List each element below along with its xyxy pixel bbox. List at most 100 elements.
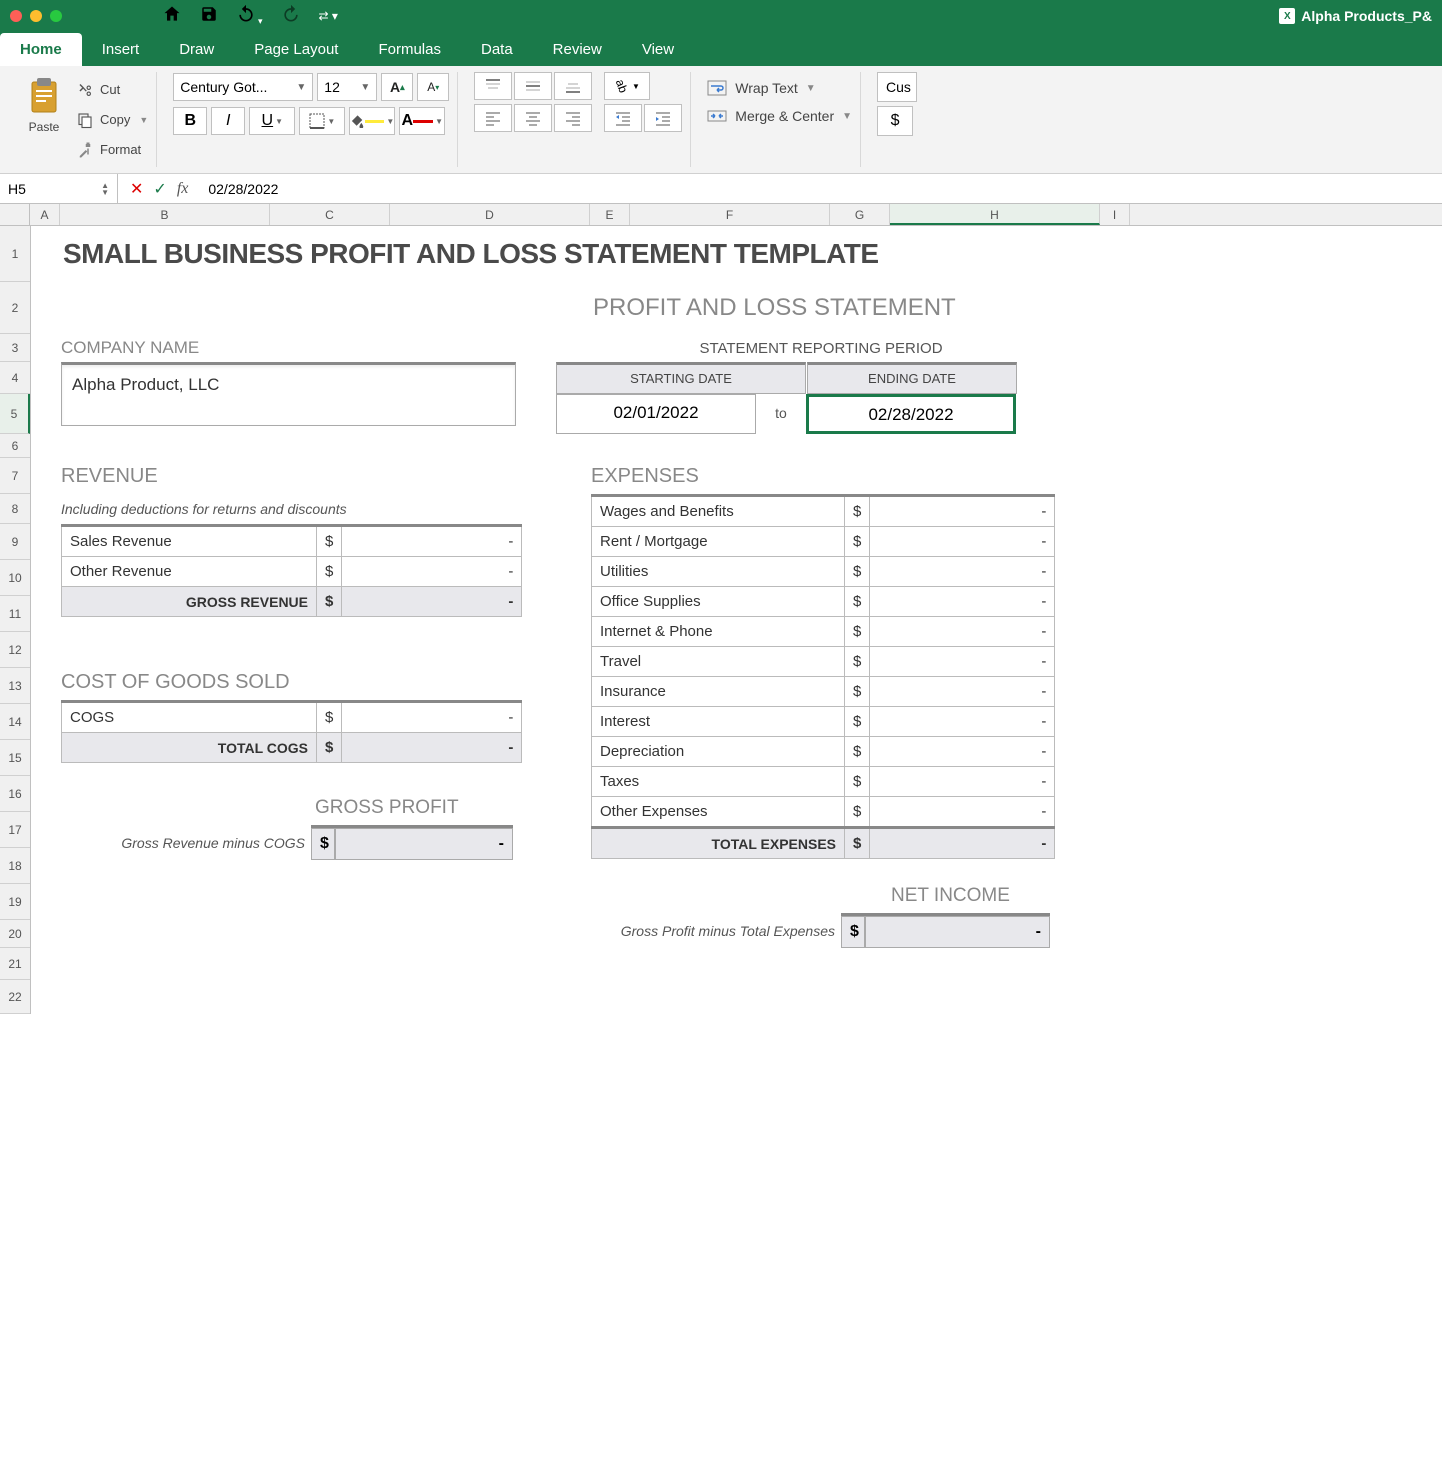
merge-center-button[interactable]: Merge & Center▼ [707, 106, 852, 126]
customize-qat-icon[interactable]: ⇄ ▾ [319, 9, 338, 23]
tab-data[interactable]: Data [461, 33, 533, 66]
wrap-text-button[interactable]: Wrap Text▼ [707, 78, 852, 98]
end-date-cell[interactable]: 02/28/2022 [806, 394, 1016, 434]
row-header[interactable]: 17 [0, 812, 30, 848]
ni-value: - [865, 916, 1050, 948]
worksheet[interactable]: SMALL BUSINESS PROFIT AND LOSS STATEMENT… [31, 226, 1442, 1014]
align-center-button[interactable] [514, 104, 552, 132]
row-header[interactable]: 8 [0, 494, 30, 524]
table-row[interactable]: Depreciation$- [592, 737, 1055, 767]
align-bottom-button[interactable] [554, 72, 592, 100]
decrease-indent-button[interactable] [604, 104, 642, 132]
font-name-select[interactable]: Century Got...▼ [173, 73, 313, 101]
minimize-window-icon[interactable] [30, 10, 42, 22]
close-window-icon[interactable] [10, 10, 22, 22]
select-all-corner[interactable] [0, 204, 30, 225]
maximize-window-icon[interactable] [50, 10, 62, 22]
company-name-input[interactable]: Alpha Product, LLC [61, 362, 516, 426]
save-icon[interactable] [200, 5, 218, 28]
col-header[interactable]: B [60, 204, 270, 225]
col-header[interactable]: C [270, 204, 390, 225]
tab-formulas[interactable]: Formulas [358, 33, 461, 66]
col-header[interactable]: I [1100, 204, 1130, 225]
table-row[interactable]: Sales Revenue$- [62, 526, 522, 557]
row-header[interactable]: 18 [0, 848, 30, 884]
row-header[interactable]: 4 [0, 362, 30, 394]
format-painter-button[interactable]: Format [76, 137, 148, 163]
decrease-font-size-button[interactable]: A▾ [417, 73, 449, 101]
col-header[interactable]: D [390, 204, 590, 225]
table-row[interactable]: Insurance$- [592, 677, 1055, 707]
orientation-button[interactable]: ab▼ [604, 72, 650, 100]
paste-button[interactable]: Paste [18, 72, 70, 167]
row-header[interactable]: 20 [0, 920, 30, 948]
start-date-cell[interactable]: 02/01/2022 [556, 394, 756, 434]
row-header[interactable]: 3 [0, 334, 30, 362]
number-format-select[interactable]: Cus [877, 72, 917, 102]
tab-view[interactable]: View [622, 33, 694, 66]
fill-color-button[interactable]: ▼ [349, 107, 395, 135]
col-header[interactable]: G [830, 204, 890, 225]
italic-button[interactable]: I [211, 107, 245, 135]
table-row[interactable]: Wages and Benefits$- [592, 496, 1055, 527]
align-top-button[interactable] [474, 72, 512, 100]
tab-insert[interactable]: Insert [82, 33, 160, 66]
col-header[interactable]: E [590, 204, 630, 225]
tab-draw[interactable]: Draw [159, 33, 234, 66]
row-header[interactable]: 22 [0, 980, 30, 1014]
table-row[interactable]: Interest$- [592, 707, 1055, 737]
row-header[interactable]: 10 [0, 560, 30, 596]
table-row[interactable]: COGS$- [62, 702, 522, 733]
tab-home[interactable]: Home [0, 33, 82, 66]
fx-icon[interactable]: fx [177, 180, 189, 198]
col-header[interactable]: A [30, 204, 60, 225]
underline-button[interactable]: U▼ [249, 107, 295, 135]
tab-page-layout[interactable]: Page Layout [234, 33, 358, 66]
col-header[interactable]: F [630, 204, 830, 225]
table-row[interactable]: Internet & Phone$- [592, 617, 1055, 647]
undo-icon[interactable]: ▾ [236, 4, 263, 29]
row-header[interactable]: 15 [0, 740, 30, 776]
font-size-select[interactable]: 12▼ [317, 73, 377, 101]
row-header[interactable]: 13 [0, 668, 30, 704]
table-row[interactable]: Taxes$- [592, 767, 1055, 797]
row-header[interactable]: 14 [0, 704, 30, 740]
table-row[interactable]: Travel$- [592, 647, 1055, 677]
increase-font-size-button[interactable]: A▴ [381, 73, 413, 101]
confirm-icon[interactable]: ✓ [153, 179, 166, 199]
border-button[interactable]: ▼ [299, 107, 345, 135]
row-header[interactable]: 12 [0, 632, 30, 668]
excel-file-icon: X [1279, 8, 1295, 24]
align-right-button[interactable] [554, 104, 592, 132]
row-header[interactable]: 21 [0, 948, 30, 980]
font-color-button[interactable]: A▼ [399, 107, 445, 135]
align-middle-button[interactable] [514, 72, 552, 100]
row-header[interactable]: 7 [0, 458, 30, 494]
table-row[interactable]: Other Expenses$- [592, 797, 1055, 828]
row-header[interactable]: 19 [0, 884, 30, 920]
row-header[interactable]: 11 [0, 596, 30, 632]
table-row[interactable]: Office Supplies$- [592, 587, 1055, 617]
row-header[interactable]: 5 [0, 394, 30, 434]
formula-input[interactable] [200, 181, 1442, 197]
cancel-icon[interactable]: ✕ [130, 179, 143, 199]
row-header[interactable]: 1 [0, 226, 30, 282]
tab-review[interactable]: Review [533, 33, 622, 66]
row-header[interactable]: 16 [0, 776, 30, 812]
row-header[interactable]: 6 [0, 434, 30, 458]
align-left-button[interactable] [474, 104, 512, 132]
increase-indent-button[interactable] [644, 104, 682, 132]
home-icon[interactable] [162, 4, 182, 29]
row-header[interactable]: 2 [0, 282, 30, 334]
row-header[interactable]: 9 [0, 524, 30, 560]
name-box[interactable]: H5 ▲▼ [0, 174, 118, 203]
table-row[interactable]: Other Revenue$- [62, 557, 522, 587]
col-header[interactable]: H [890, 204, 1100, 225]
cut-button[interactable]: Cut [76, 77, 148, 103]
redo-icon[interactable] [281, 4, 301, 29]
bold-button[interactable]: B [173, 107, 207, 135]
table-row[interactable]: Utilities$- [592, 557, 1055, 587]
currency-button[interactable]: $ [877, 106, 913, 136]
table-row[interactable]: Rent / Mortgage$- [592, 527, 1055, 557]
copy-button[interactable]: Copy▼ [76, 107, 148, 133]
